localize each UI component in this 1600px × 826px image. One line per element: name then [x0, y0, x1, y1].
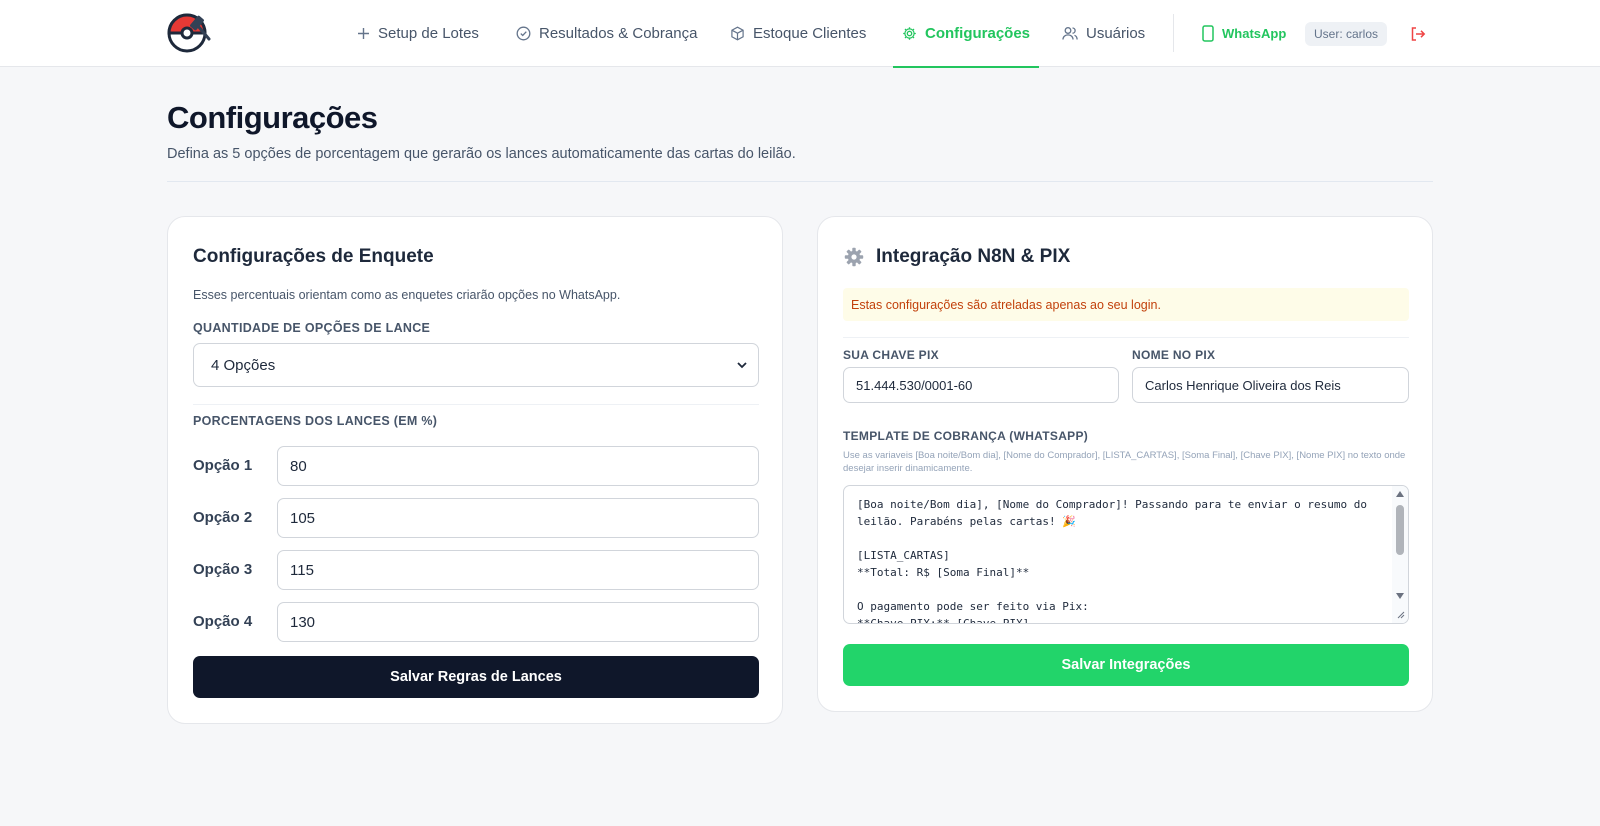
- bid-option-label: Opção 3: [193, 561, 253, 578]
- user-badge: User: carlos: [1305, 22, 1388, 46]
- nav-item-label: Usuários: [1086, 25, 1146, 42]
- resize-handle-icon[interactable]: [1395, 609, 1405, 619]
- bid-option-label: Opção 4: [193, 613, 253, 630]
- tab-configuracoes[interactable]: Configurações: [892, 0, 1040, 68]
- bid-option-row: Opção 4 130: [193, 602, 759, 642]
- poll-settings-card: Configurações de Enquete Esses percentua…: [167, 216, 783, 724]
- select-value: 4 Opções: [211, 356, 276, 374]
- nav-setup-lotes[interactable]: Setup de Lotes: [357, 0, 479, 67]
- nav-usuarios[interactable]: Usuários: [1062, 0, 1145, 67]
- integration-card-title: Integração N8N & PIX: [876, 246, 1071, 267]
- template-label: TEMPLATE DE COBRANÇA (WHATSAPP): [843, 429, 1089, 443]
- top-navbar: Setup de Lotes Resultados & Cobrança Est…: [0, 0, 1600, 68]
- pix-name-input[interactable]: Carlos Henrique Oliveira dos Reis: [1132, 367, 1409, 403]
- check-circle-icon: [516, 26, 531, 41]
- nav-divider: [1173, 14, 1174, 52]
- bid-option-label: Opção 1: [193, 457, 253, 474]
- bid-option-row: Opção 3 115: [193, 550, 759, 590]
- integration-card: Integração N8N & PIX Estas configurações…: [817, 216, 1433, 712]
- page-title: Configurações: [167, 100, 378, 135]
- scroll-down-icon[interactable]: [1395, 592, 1405, 600]
- bid-option-input[interactable]: 105: [277, 498, 759, 538]
- bid-option-input[interactable]: 80: [277, 446, 759, 486]
- whatsapp-link[interactable]: WhatsApp: [1202, 0, 1286, 67]
- poll-card-description: Esses percentuais orientam como as enque…: [193, 288, 621, 302]
- scrollbar[interactable]: [1392, 486, 1408, 623]
- nav-resultados-cobranca[interactable]: Resultados & Cobrança: [516, 0, 697, 67]
- bid-percent-label: PORCENTAGENS DOS LANCES (EM %): [193, 414, 438, 428]
- template-hint: Use as variaveis [Boa noite/Bom dia], [N…: [843, 450, 1406, 474]
- bid-quantity-label: QUANTIDADE DE OPÇÕES DE LANCE: [193, 321, 431, 335]
- section-divider: [193, 404, 759, 405]
- nav-item-label: Configurações: [925, 25, 1031, 42]
- gear-icon: [903, 27, 916, 40]
- pix-key-input[interactable]: 51.444.530/0001-60: [843, 367, 1119, 403]
- bid-option-row: Opção 1 80: [193, 446, 759, 486]
- page-subtitle: Defina as 5 opções de porcentagem que ge…: [167, 146, 796, 162]
- box-icon: [731, 26, 744, 41]
- bid-quantity-select[interactable]: 4 Opções: [193, 343, 759, 387]
- users-icon: [1062, 27, 1078, 40]
- bid-option-input[interactable]: 130: [277, 602, 759, 642]
- login-notice: Estas configurações são atreladas apenas…: [843, 288, 1409, 321]
- poll-card-title: Configurações de Enquete: [193, 246, 434, 267]
- nav-item-label: Estoque Clientes: [753, 25, 867, 42]
- save-bid-rules-button[interactable]: Salvar Regras de Lances: [193, 656, 759, 698]
- bid-option-input[interactable]: 115: [277, 550, 759, 590]
- scrollbar-thumb[interactable]: [1396, 505, 1404, 555]
- smartphone-icon: [1202, 25, 1214, 42]
- chevron-down-icon: [737, 362, 747, 369]
- save-integrations-button[interactable]: Salvar Integrações: [843, 644, 1409, 686]
- header-divider: [167, 181, 1433, 182]
- bid-option-row: Opção 2 105: [193, 498, 759, 538]
- bid-option-label: Opção 2: [193, 509, 253, 526]
- pokeball-gavel-logo-icon[interactable]: [166, 12, 212, 54]
- section-divider: [843, 337, 1409, 338]
- scroll-up-icon[interactable]: [1395, 490, 1405, 498]
- billing-template-textarea[interactable]: [Boa noite/Bom dia], [Nome do Comprador]…: [843, 485, 1409, 624]
- pix-key-label: SUA CHAVE PIX: [843, 348, 939, 362]
- whatsapp-label: WhatsApp: [1222, 26, 1287, 41]
- template-text: [Boa noite/Bom dia], [Nome do Comprador]…: [857, 498, 1367, 624]
- nav-item-label: Setup de Lotes: [378, 25, 479, 42]
- plus-icon: [358, 28, 369, 39]
- nav-estoque-clientes[interactable]: Estoque Clientes: [730, 0, 866, 67]
- pix-name-label: NOME NO PIX: [1132, 348, 1216, 362]
- gear-icon: [844, 247, 864, 267]
- logout-icon[interactable]: [1409, 25, 1427, 43]
- nav-item-label: Resultados & Cobrança: [539, 25, 698, 42]
